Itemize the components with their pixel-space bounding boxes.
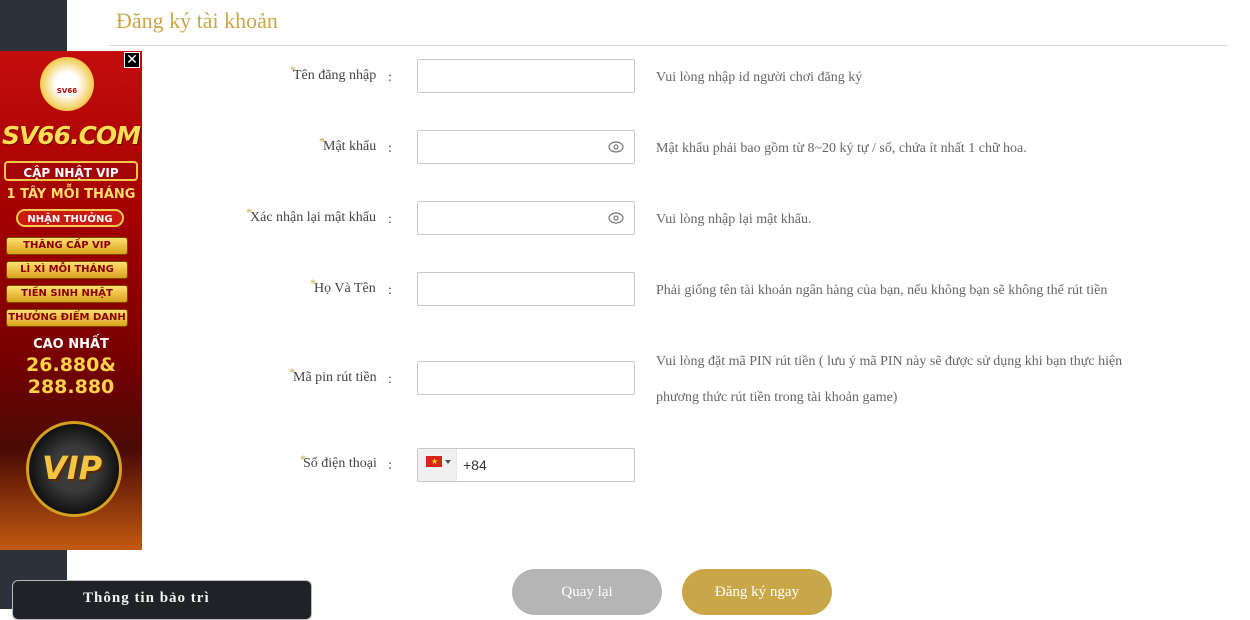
phone-input[interactable]: ★ +84: [417, 448, 635, 482]
pin-hint-line2: phương thức rút tiền trong tài khoản gam…: [656, 390, 898, 405]
pin-colon: :: [388, 372, 392, 387]
ad-perk: LÌ XÌ MỖI THÁNG: [6, 261, 128, 279]
close-icon[interactable]: ✕: [124, 52, 140, 68]
title-divider: [108, 45, 1227, 46]
ad-vip-update: CẬP NHẬT VIP: [4, 161, 138, 181]
confirm-password-hint: Vui lòng nhập lại mật khẩu.: [656, 212, 812, 227]
ad-amount-line2: 288.880: [27, 376, 115, 398]
ad-per-month: 1 TÂY MỖI THÁNG: [6, 187, 136, 202]
phone-label: Số điện thoại: [303, 456, 377, 471]
ad-amount-line1: 26.880&: [26, 354, 116, 376]
eye-icon[interactable]: [608, 211, 624, 225]
back-button[interactable]: Quay lại: [512, 569, 662, 615]
pin-label: Mã pin rút tiền: [293, 370, 377, 385]
chevron-down-icon: [445, 460, 451, 464]
password-hint: Mật khẩu phải bao gồm từ 8~20 ký tự / số…: [656, 141, 1027, 156]
phone-value[interactable]: +84: [457, 457, 487, 473]
fullname-label: Họ Và Tên: [314, 281, 376, 296]
ad-brand: SV66.COM: [1, 121, 141, 150]
maintenance-tab[interactable]: Thông tin bảo trì: [12, 580, 312, 620]
confirm-password-colon: :: [388, 212, 392, 227]
fullname-hint: Phải giống tên tài khoản ngân hàng của b…: [656, 283, 1108, 298]
ad-perk: TIỀN SINH NHẬT: [6, 285, 128, 303]
fullname-colon: :: [388, 283, 392, 298]
flag-star: ★: [431, 457, 439, 466]
username-label: Tên đăng nhập: [293, 68, 377, 83]
ad-perk: THƯỞNG ĐIỂM DANH: [6, 309, 128, 327]
password-colon: :: [388, 141, 392, 156]
confirm-password-label: Xác nhận lại mật khẩu: [250, 210, 376, 225]
password-label: Mật khẩu: [323, 139, 377, 154]
password-input[interactable]: [417, 130, 635, 164]
vietnam-flag-icon: ★: [426, 456, 442, 467]
ad-max-label: CAO NHẤT: [33, 337, 109, 352]
eye-icon[interactable]: [608, 140, 624, 154]
ad-claim-button[interactable]: NHẬN THƯỞNG: [16, 209, 124, 227]
register-button[interactable]: Đăng ký ngay: [682, 569, 832, 615]
ad-perk: THĂNG CẤP VIP: [6, 237, 128, 255]
phone-colon: :: [388, 458, 392, 473]
pin-hint-line1: Vui lòng đặt mã PIN rút tiền ( lưu ý mã …: [656, 354, 1123, 369]
ad-vip-word: VIP: [41, 449, 103, 487]
username-colon: :: [388, 70, 392, 85]
confirm-password-input[interactable]: [417, 201, 635, 235]
country-selector[interactable]: ★: [418, 449, 457, 481]
sv66-logo: SV66: [40, 57, 94, 111]
username-input[interactable]: [417, 59, 635, 93]
promo-banner[interactable]: SV66 SV66.COM CẬP NHẬT VIP 1 TÂY MỖI THÁ…: [0, 51, 142, 550]
pin-input[interactable]: [417, 361, 635, 395]
username-hint: Vui lòng nhập id người chơi đăng ký: [656, 70, 863, 85]
maintenance-label: Thông tin bảo trì: [83, 590, 210, 606]
page-title: Đăng ký tài khoản: [116, 8, 278, 33]
fullname-input[interactable]: [417, 272, 635, 306]
logo-text: SV66: [56, 87, 78, 95]
